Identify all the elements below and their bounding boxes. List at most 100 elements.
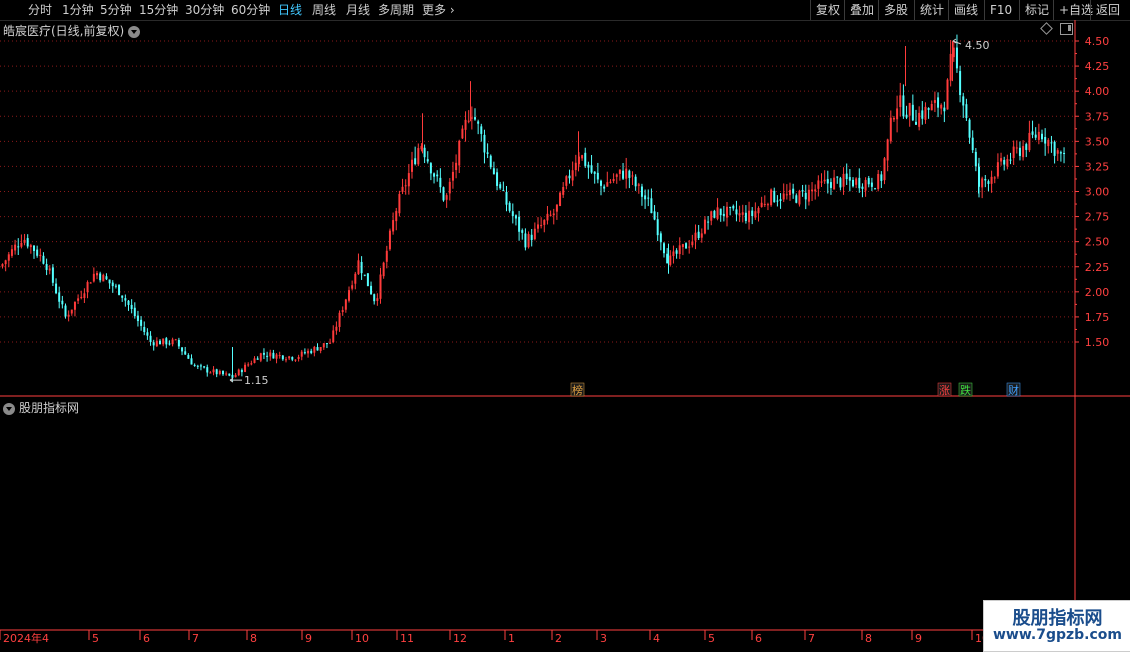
candle-body: [193, 364, 196, 366]
candle-body: [360, 261, 363, 274]
candle-body: [480, 126, 483, 134]
x-tick-label: 2024年4: [3, 631, 49, 645]
candle-body: [943, 107, 946, 112]
candle-body: [1034, 134, 1037, 138]
candle-body: [414, 158, 417, 165]
candle-body: [83, 293, 86, 299]
candle-body: [716, 207, 719, 219]
candle-body: [691, 241, 694, 246]
y-tick-label: 3.50: [1085, 135, 1110, 148]
candle-body: [332, 330, 335, 342]
candle-body: [316, 347, 319, 351]
candle-body: [987, 181, 990, 184]
candle-body: [392, 220, 395, 232]
candle-body: [886, 139, 889, 161]
candle-body: [291, 357, 294, 360]
candle-body: [940, 104, 943, 109]
candle-body: [118, 284, 121, 295]
y-tick-label: 3.75: [1085, 110, 1110, 123]
candle-body: [7, 254, 10, 261]
candle-body: [325, 343, 328, 345]
candle-body: [206, 367, 209, 373]
candle-body: [640, 186, 643, 197]
candle-body: [45, 264, 48, 270]
candle-body: [398, 194, 401, 214]
candle-body: [152, 342, 155, 346]
candle-body: [451, 171, 454, 181]
x-tick-label: 3: [600, 632, 607, 645]
candle-body: [96, 273, 98, 276]
event-marker-0: 榜: [572, 383, 583, 397]
candle-body: [789, 189, 791, 196]
candle-body: [439, 177, 442, 188]
candle-body: [385, 250, 388, 262]
candle-body: [199, 365, 202, 367]
candle-body: [593, 171, 596, 174]
candle-body: [858, 177, 861, 189]
candle-body: [1028, 132, 1031, 151]
candle-body: [883, 158, 886, 181]
candle-body: [870, 182, 873, 187]
candle-body: [763, 203, 766, 205]
candle-body: [546, 213, 549, 221]
candle-body: [584, 152, 587, 166]
candle-body: [33, 245, 35, 251]
candle-body: [798, 190, 801, 205]
candle-body: [14, 244, 17, 251]
low-arrow: [229, 377, 242, 383]
x-tick-label: 2: [555, 632, 562, 645]
candle-body: [335, 326, 338, 331]
candle-body: [329, 342, 332, 344]
candle-body: [496, 172, 499, 186]
x-tick-label: 5: [708, 632, 715, 645]
x-tick-label: 12: [453, 632, 467, 645]
candle-body: [218, 370, 221, 374]
candle-body: [411, 159, 413, 172]
candle-body: [234, 374, 237, 378]
candle-body: [310, 350, 313, 354]
candle-body: [338, 312, 341, 327]
candlestick-chart[interactable]: 1.50 1.75 2.00 2.25 2.50 2.75 3.00 3.25 3.50 3.75…: [0, 0, 1130, 650]
y-tick-label: 1.50: [1085, 336, 1110, 349]
candle-body: [1009, 159, 1012, 161]
candle-body: [108, 279, 111, 284]
indicator-title[interactable]: 股朋指标网: [3, 399, 79, 416]
candle-body: [212, 369, 215, 373]
candle-body: [647, 197, 650, 199]
candle-body: [228, 373, 231, 376]
candle-body: [902, 95, 905, 117]
x-tick-label: 9: [915, 632, 922, 645]
candle-body: [127, 300, 130, 305]
candle-body: [968, 119, 971, 138]
candle-body: [136, 315, 139, 322]
candle-body: [559, 192, 562, 206]
candle-body: [433, 173, 436, 177]
candle-body: [801, 190, 804, 192]
candle-body: [766, 204, 769, 206]
candle-body: [845, 173, 848, 180]
candle-body: [924, 106, 927, 120]
candle-body: [143, 326, 146, 333]
candle-body: [288, 356, 291, 359]
candle-body: [225, 373, 228, 375]
y-tick-label: 1.75: [1085, 311, 1110, 324]
chevron-down-icon[interactable]: [3, 402, 15, 415]
candle-body: [946, 79, 949, 110]
candle-body: [748, 210, 751, 223]
candle-body: [974, 151, 977, 167]
candle-body: [981, 178, 984, 188]
candle-body: [322, 343, 325, 348]
candle-body: [965, 104, 968, 119]
candle-body: [685, 243, 688, 249]
candle-body: [952, 47, 955, 58]
y-tick-label: 3.25: [1085, 160, 1110, 173]
candle-body: [111, 282, 114, 287]
candle-body: [811, 189, 814, 192]
candle-body: [738, 213, 741, 216]
candle-body: [659, 233, 662, 243]
candle-body: [492, 168, 495, 175]
candle-body: [521, 230, 524, 233]
candle-body: [1063, 152, 1066, 154]
candle-body: [543, 220, 546, 225]
candle-body: [470, 117, 473, 119]
